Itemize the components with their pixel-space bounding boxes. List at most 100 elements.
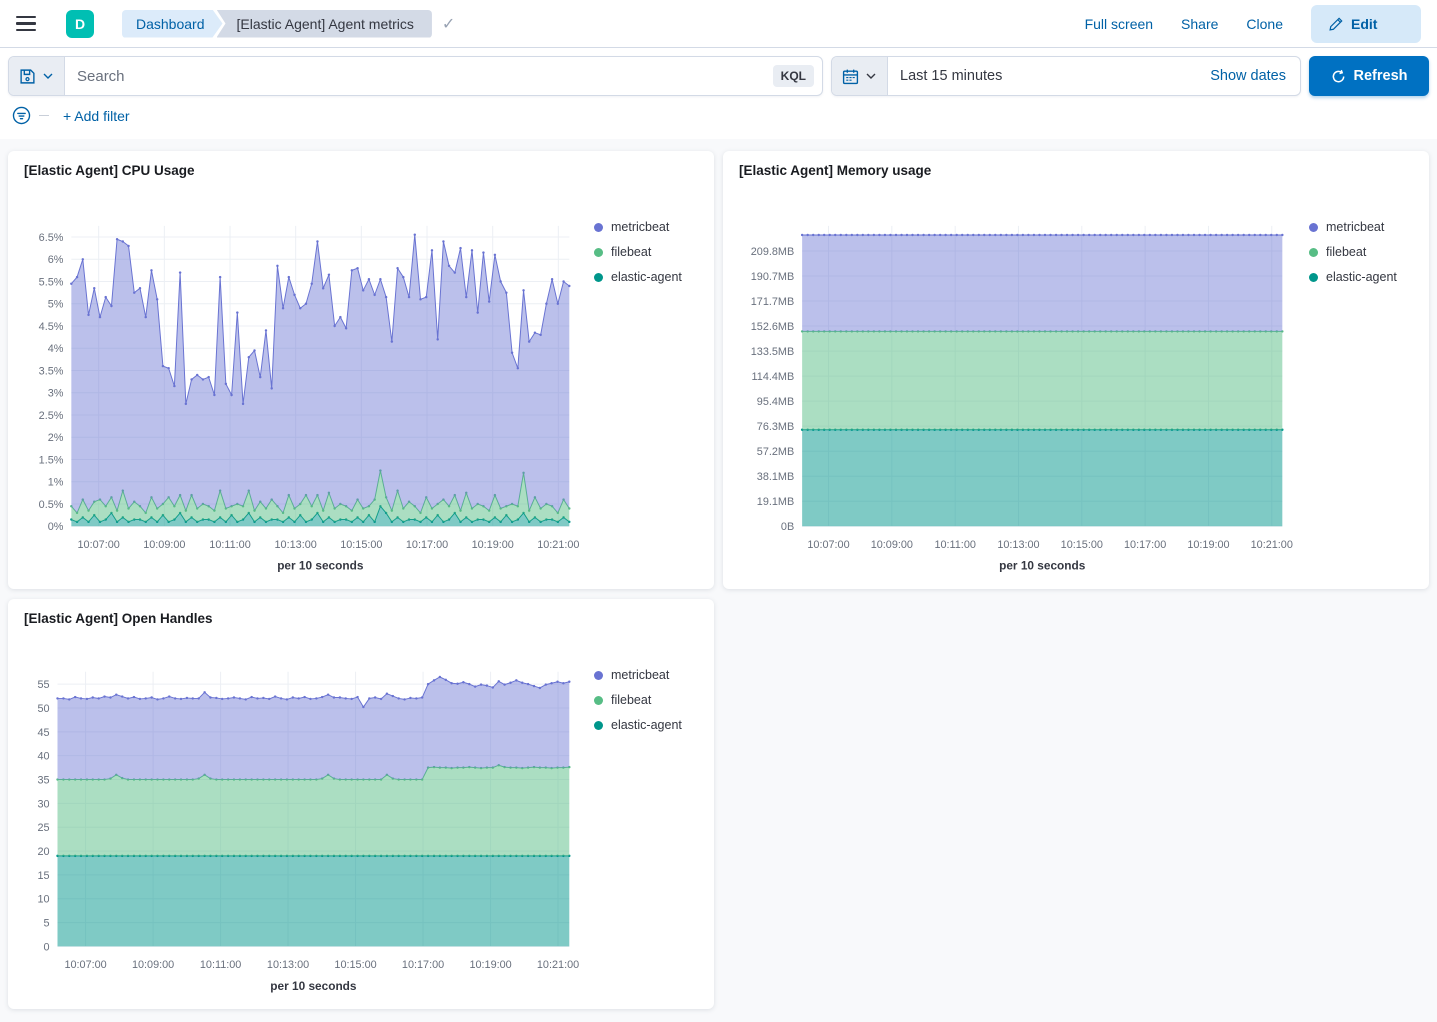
search-input[interactable] — [65, 68, 773, 85]
legend-dot — [1309, 223, 1318, 232]
panel-memory-usage: [Elastic Agent] Memory usage 209.8MB190.… — [723, 151, 1429, 589]
refresh-icon — [1331, 69, 1346, 84]
svg-text:30: 30 — [37, 798, 49, 810]
open-handles-chart[interactable]: 555045403530252015105010:07:0010:09:0010… — [16, 632, 594, 1002]
header-actions: Full screen Share Clone Edit — [1085, 5, 1421, 43]
calendar-menu[interactable] — [832, 57, 888, 95]
share-link[interactable]: Share — [1181, 16, 1218, 32]
legend-item-metricbeat[interactable]: metricbeat — [594, 220, 706, 234]
svg-text:5.5%: 5.5% — [39, 276, 64, 288]
legend-label: filebeat — [1326, 245, 1366, 259]
svg-text:1.5%: 1.5% — [39, 454, 64, 466]
legend-item-filebeat[interactable]: filebeat — [594, 245, 706, 259]
svg-text:0.5%: 0.5% — [39, 499, 64, 511]
svg-text:55: 55 — [37, 679, 49, 691]
legend-label: metricbeat — [611, 668, 669, 682]
legend-item-filebeat[interactable]: filebeat — [594, 693, 706, 707]
svg-text:10:11:00: 10:11:00 — [200, 959, 241, 971]
cpu-usage-chart[interactable]: 6.5%6%5.5%5%4.5%4%3.5%3%2.5%2%1.5%1%0.5%… — [16, 184, 594, 582]
memory-usage-chart[interactable]: 209.8MB190.7MB171.7MB152.6MB133.5MB114.4… — [731, 184, 1309, 582]
chart-legend: metricbeat filebeat elastic-agent — [1309, 184, 1421, 582]
show-dates-link[interactable]: Show dates — [1210, 68, 1286, 84]
refresh-button[interactable]: Refresh — [1309, 56, 1429, 96]
legend-label: filebeat — [611, 693, 651, 707]
svg-text:per 10 seconds: per 10 seconds — [999, 559, 1086, 573]
legend-dot — [594, 273, 603, 282]
kql-badge[interactable]: KQL — [773, 65, 814, 87]
svg-text:35: 35 — [37, 774, 49, 786]
svg-text:10:15:00: 10:15:00 — [340, 539, 382, 551]
svg-text:per 10 seconds: per 10 seconds — [277, 559, 364, 573]
legend-dot — [594, 696, 603, 705]
svg-text:20: 20 — [37, 846, 49, 858]
save-icon — [19, 68, 36, 85]
legend-dot — [1309, 248, 1318, 257]
saved-query-menu[interactable] — [9, 57, 65, 95]
menu-icon[interactable] — [16, 12, 40, 36]
svg-text:5: 5 — [44, 918, 50, 930]
svg-text:3%: 3% — [48, 388, 64, 400]
legend-dot — [1309, 273, 1318, 282]
dashboard-app-badge[interactable]: D — [66, 10, 94, 38]
breadcrumb-current-dashboard[interactable]: [Elastic Agent] Agent metrics — [217, 10, 432, 38]
svg-text:10:07:00: 10:07:00 — [807, 539, 849, 551]
svg-text:10:19:00: 10:19:00 — [469, 959, 511, 971]
add-filter-link[interactable]: + Add filter — [63, 108, 130, 124]
svg-text:209.8MB: 209.8MB — [751, 246, 794, 258]
svg-text:10:13:00: 10:13:00 — [275, 539, 317, 551]
svg-text:6.5%: 6.5% — [39, 232, 64, 244]
svg-text:1%: 1% — [48, 477, 64, 489]
svg-text:10:09:00: 10:09:00 — [132, 959, 174, 971]
svg-text:19.1MB: 19.1MB — [757, 496, 794, 508]
svg-text:10:17:00: 10:17:00 — [1124, 539, 1166, 551]
filter-bar: + Add filter — [0, 96, 1437, 139]
svg-text:0: 0 — [44, 941, 50, 953]
legend-label: elastic-agent — [1326, 270, 1397, 284]
svg-text:25: 25 — [37, 822, 49, 834]
legend-item-elastic-agent[interactable]: elastic-agent — [594, 270, 706, 284]
dashboard-content: [Elastic Agent] CPU Usage 6.5%6%5.5%5%4.… — [0, 139, 1437, 1017]
legend-dot — [594, 223, 603, 232]
svg-text:10:13:00: 10:13:00 — [997, 539, 1039, 551]
breadcrumb: Dashboard [Elastic Agent] Agent metrics … — [122, 10, 455, 38]
svg-text:10:19:00: 10:19:00 — [1187, 539, 1229, 551]
svg-text:4%: 4% — [48, 343, 64, 355]
edit-button[interactable]: Edit — [1311, 5, 1421, 43]
filter-options-icon[interactable] — [12, 106, 31, 125]
calendar-icon — [842, 68, 859, 85]
time-range-picker: Last 15 minutes Show dates — [831, 56, 1301, 96]
breadcrumb-dashboard[interactable]: Dashboard — [122, 10, 223, 38]
svg-text:133.5MB: 133.5MB — [751, 346, 794, 358]
legend-item-elastic-agent[interactable]: elastic-agent — [1309, 270, 1421, 284]
svg-text:10:21:00: 10:21:00 — [537, 959, 579, 971]
legend-item-metricbeat[interactable]: metricbeat — [594, 668, 706, 682]
clone-link[interactable]: Clone — [1246, 16, 1283, 32]
chart-legend: metricbeat filebeat elastic-agent — [594, 184, 706, 582]
svg-text:45: 45 — [37, 727, 49, 739]
svg-text:10:11:00: 10:11:00 — [209, 539, 250, 551]
legend-item-metricbeat[interactable]: metricbeat — [1309, 220, 1421, 234]
svg-text:10:21:00: 10:21:00 — [537, 539, 579, 551]
svg-text:0B: 0B — [781, 521, 794, 533]
svg-text:10:17:00: 10:17:00 — [406, 539, 448, 551]
chevron-down-icon — [865, 70, 877, 82]
time-range-value[interactable]: Last 15 minutes — [888, 68, 1210, 84]
svg-text:114.4MB: 114.4MB — [752, 371, 795, 383]
svg-text:171.7MB: 171.7MB — [751, 296, 794, 308]
full-screen-link[interactable]: Full screen — [1085, 16, 1153, 32]
legend-item-filebeat[interactable]: filebeat — [1309, 245, 1421, 259]
svg-text:10:07:00: 10:07:00 — [78, 539, 120, 551]
svg-text:3.5%: 3.5% — [39, 365, 64, 377]
legend-item-elastic-agent[interactable]: elastic-agent — [594, 718, 706, 732]
svg-text:15: 15 — [37, 870, 49, 882]
svg-text:4.5%: 4.5% — [39, 321, 64, 333]
svg-text:50: 50 — [37, 703, 49, 715]
svg-text:per 10 seconds: per 10 seconds — [270, 979, 357, 993]
panel-title: [Elastic Agent] Memory usage — [731, 161, 1421, 184]
svg-text:10: 10 — [37, 894, 49, 906]
svg-text:10:09:00: 10:09:00 — [871, 539, 913, 551]
svg-text:10:13:00: 10:13:00 — [267, 959, 309, 971]
svg-text:10:21:00: 10:21:00 — [1251, 539, 1293, 551]
legend-label: elastic-agent — [611, 718, 682, 732]
panel-open-handles: [Elastic Agent] Open Handles 55504540353… — [8, 599, 714, 1009]
